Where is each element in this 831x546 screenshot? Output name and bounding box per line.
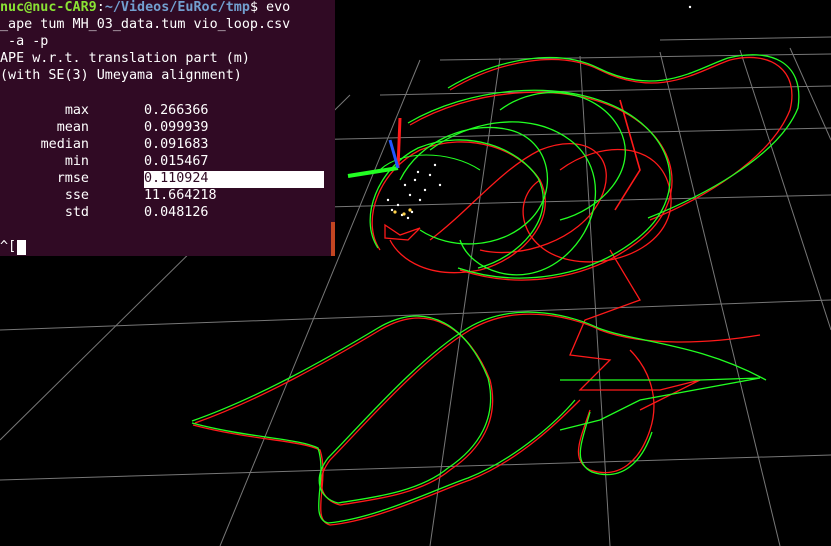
stat-label: rmse [56,171,89,186]
command-line-1: nuc@nuc-CAR9:~/Videos/EuRoc/tmp$ evo [0,0,290,17]
output-title: APE w.r.t. translation part (m) [0,51,250,66]
terminal-window[interactable]: nuc@nuc-CAR9:~/Videos/EuRoc/tmp$ evo _ap… [0,0,335,256]
landmark-points [386,5,692,220]
stat-value: 11.664218 [144,188,217,203]
stat-label: std [64,205,89,220]
stat-label: median [40,137,89,152]
stat-value: 0.266366 [144,103,209,118]
prompt-path: ~/Videos/EuRoc/tmp [104,0,250,15]
stat-label: sse [64,188,89,203]
terminal-cursor [17,240,26,255]
stat-label: min [64,154,89,169]
stat-value: 0.091683 [144,137,209,152]
command-line-3: -a -p [0,34,49,49]
terminal-scrollbar[interactable] [331,222,335,256]
landmark-points-highlight [393,208,412,216]
prompt-user: nuc@nuc-CAR9 [0,0,97,15]
stat-label: mean [56,120,89,135]
terminal-input[interactable]: ^[ [0,239,16,256]
command-line-2: _ape tum MH_03_data.tum vio_loop.csv [0,17,291,32]
stat-value: 0.048126 [144,205,209,220]
prompt-separator: : [96,0,105,15]
stat-value-selected[interactable]: 0.110924 [144,171,324,188]
stat-label: max [64,103,89,118]
stat-value: 0.015467 [144,154,209,169]
output-subtitle: (with SE(3) Umeyama alignment) [0,68,242,83]
prompt-command-start: $ evo [249,0,291,15]
stat-value: 0.099939 [144,120,209,135]
